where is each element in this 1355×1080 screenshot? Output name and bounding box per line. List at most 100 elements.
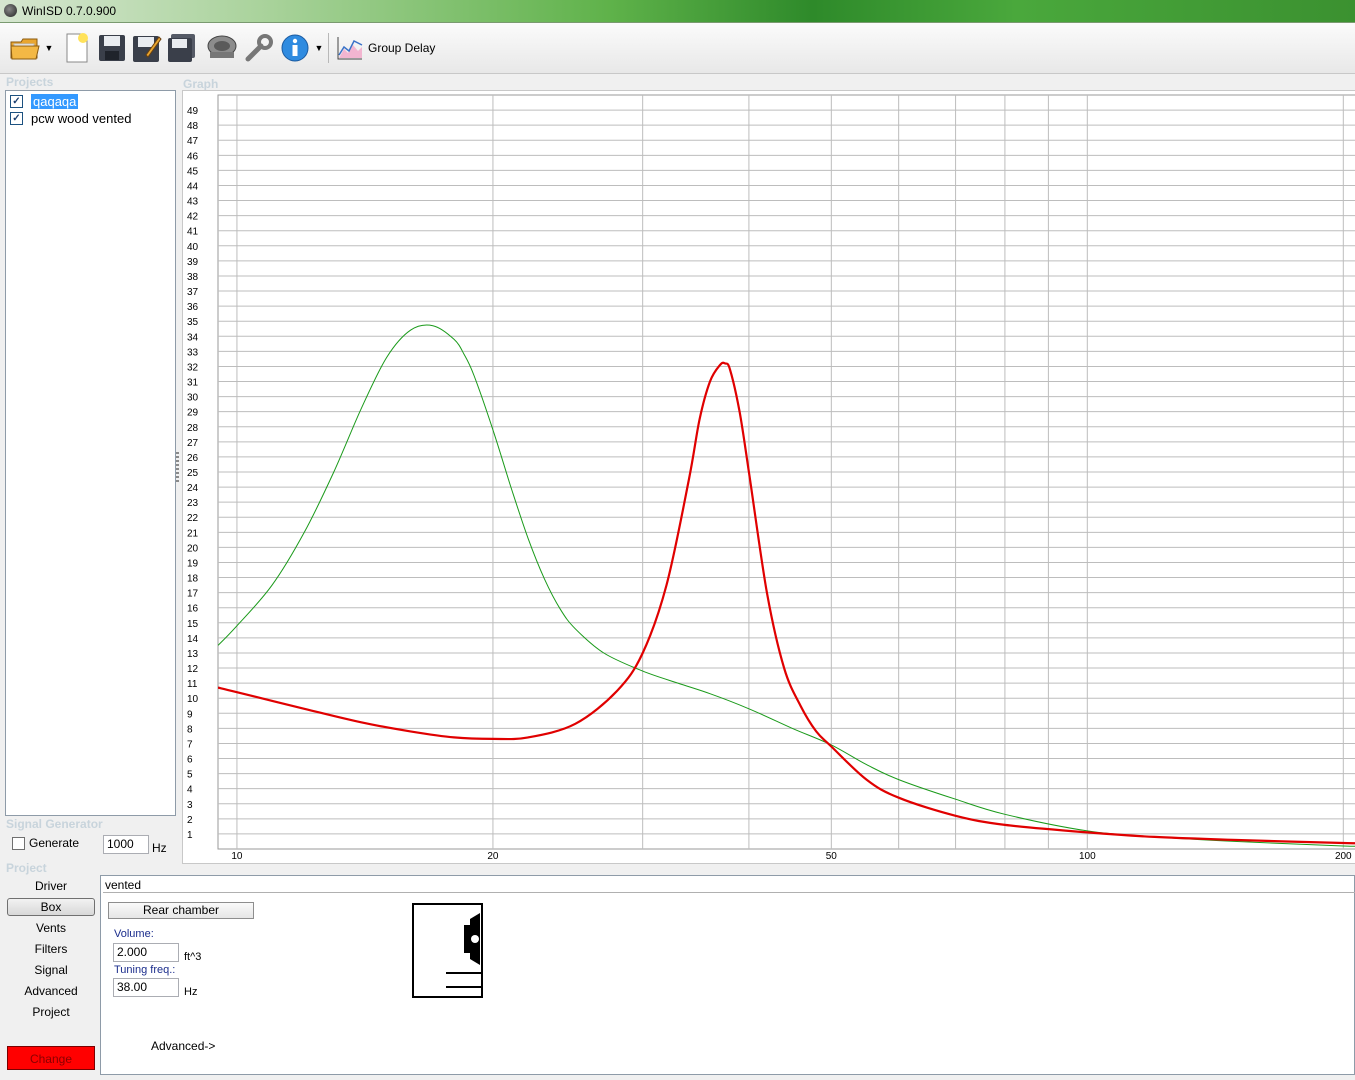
graph-header: Graph xyxy=(183,77,219,91)
y-tick-label: 41 xyxy=(187,227,199,238)
driver-icon[interactable] xyxy=(205,31,239,65)
y-tick-label: 18 xyxy=(187,574,199,585)
nav-box[interactable]: Box xyxy=(7,898,95,916)
tuning-label: Tuning freq.: xyxy=(114,964,176,976)
advanced-link[interactable]: Advanced-> xyxy=(151,1039,215,1053)
info-icon[interactable] xyxy=(278,31,312,65)
y-tick-label: 2 xyxy=(187,815,193,826)
y-tick-label: 21 xyxy=(187,528,199,539)
y-tick-label: 23 xyxy=(187,498,199,509)
y-tick-label: 37 xyxy=(187,287,199,298)
signal-generator-header: Signal Generator xyxy=(6,817,103,831)
project-header: Project xyxy=(6,861,47,875)
y-tick-label: 8 xyxy=(187,724,193,735)
open-folder-icon[interactable] xyxy=(8,31,42,65)
y-tick-label: 48 xyxy=(187,121,199,132)
y-tick-label: 16 xyxy=(187,604,199,615)
graph-area: 1 2 3 4 5 6 7 8 9 10 11 12 13 14 15 16 17 18 19 20 21 22 23 24 2… xyxy=(182,90,1355,864)
y-tick-label: 19 xyxy=(187,558,199,569)
tuning-input[interactable]: 38.00 xyxy=(113,978,179,997)
nav-driver[interactable]: Driver xyxy=(5,877,97,895)
title-bar: WinISD 0.7.0.900 xyxy=(0,0,1355,23)
y-tick-label: 1 xyxy=(187,830,193,841)
list-item[interactable]: ✓ pcw wood vented xyxy=(8,110,173,126)
y-tick-label: 6 xyxy=(187,755,193,766)
box-type-select[interactable]: vented xyxy=(103,877,1355,893)
nav-signal[interactable]: Signal xyxy=(5,961,97,979)
box-panel xyxy=(100,875,1355,1075)
save-icon[interactable] xyxy=(95,31,129,65)
save-as-icon[interactable] xyxy=(130,31,164,65)
box-diagram-icon xyxy=(412,903,483,998)
y-tick-label: 17 xyxy=(187,589,199,600)
toolbar-separator xyxy=(328,33,329,63)
y-tick-label: 14 xyxy=(187,634,199,645)
x-tick-label: 20 xyxy=(487,851,499,862)
x-tick-label: 50 xyxy=(826,851,838,862)
toolbar: ▼ ▼ Group Delay xyxy=(0,23,1355,74)
y-tick-label: 13 xyxy=(187,649,199,660)
change-button[interactable]: Change xyxy=(7,1046,95,1070)
y-tick-label: 31 xyxy=(187,378,199,389)
save-all-icon[interactable] xyxy=(165,31,199,65)
nav-vents[interactable]: Vents xyxy=(5,919,97,937)
x-tick-label: 10 xyxy=(231,851,243,862)
chart-icon[interactable] xyxy=(333,31,367,65)
chart: 1234567891011121314151617181920212223242… xyxy=(187,94,1355,862)
generate-label: Generate xyxy=(29,836,80,850)
volume-input[interactable]: 2.000 xyxy=(113,943,179,962)
nav-project[interactable]: Project xyxy=(5,1003,97,1021)
y-tick-label: 12 xyxy=(187,664,199,675)
y-tick-label: 30 xyxy=(187,393,199,404)
projects-header: Projects xyxy=(6,75,54,89)
window-title: WinISD 0.7.0.900 xyxy=(22,4,117,18)
y-tick-label: 47 xyxy=(187,136,199,147)
y-tick-label: 49 xyxy=(187,106,199,117)
list-item[interactable]: ✓ qaqaqa xyxy=(8,93,173,109)
y-tick-label: 5 xyxy=(187,770,193,781)
y-tick-label: 33 xyxy=(187,347,199,358)
y-tick-label: 39 xyxy=(187,257,199,268)
y-tick-label: 46 xyxy=(187,151,199,162)
new-document-icon[interactable] xyxy=(60,31,94,65)
frequency-unit: Hz xyxy=(152,841,167,855)
y-tick-label: 32 xyxy=(187,362,199,373)
y-tick-label: 7 xyxy=(187,739,193,750)
generate-row: Generate xyxy=(12,836,79,850)
y-tick-label: 28 xyxy=(187,423,199,434)
y-tick-label: 11 xyxy=(187,679,198,690)
y-tick-label: 15 xyxy=(187,619,199,630)
y-tick-label: 35 xyxy=(187,317,199,328)
panel-splitter[interactable] xyxy=(176,452,179,482)
info-dropdown-arrow[interactable]: ▼ xyxy=(314,43,324,53)
rear-chamber-button[interactable]: Rear chamber xyxy=(108,902,254,919)
project-checkbox[interactable]: ✓ xyxy=(10,111,23,125)
y-tick-label: 24 xyxy=(187,483,199,494)
generate-checkbox[interactable] xyxy=(12,836,25,850)
y-tick-label: 26 xyxy=(187,453,199,464)
y-tick-label: 9 xyxy=(187,709,193,720)
open-dropdown-arrow[interactable]: ▼ xyxy=(44,43,54,53)
nav-filters[interactable]: Filters xyxy=(5,940,97,958)
x-tick-label: 100 xyxy=(1079,851,1096,862)
projects-list: ✓ qaqaqa ✓ pcw wood vented xyxy=(5,90,176,816)
y-tick-label: 43 xyxy=(187,197,199,208)
tuning-unit: Hz xyxy=(184,986,198,998)
y-tick-label: 29 xyxy=(187,408,199,419)
y-tick-label: 44 xyxy=(187,181,199,192)
project-label: qaqaqa xyxy=(31,93,79,109)
y-tick-label: 38 xyxy=(187,272,199,283)
volume-label: Volume: xyxy=(114,928,154,940)
project-label: pcw wood vented xyxy=(31,110,132,126)
y-tick-label: 27 xyxy=(187,438,199,449)
y-tick-label: 25 xyxy=(187,468,199,479)
y-tick-label: 34 xyxy=(187,332,199,343)
project-checkbox[interactable]: ✓ xyxy=(10,94,23,108)
x-tick-label: 200 xyxy=(1335,851,1352,862)
frequency-input[interactable]: 1000 xyxy=(103,835,149,854)
graph-selector-label[interactable]: Group Delay xyxy=(368,41,435,55)
nav-advanced[interactable]: Advanced xyxy=(5,982,97,1000)
y-tick-label: 40 xyxy=(187,242,199,253)
y-tick-label: 10 xyxy=(187,694,199,705)
wrench-icon[interactable] xyxy=(242,31,276,65)
